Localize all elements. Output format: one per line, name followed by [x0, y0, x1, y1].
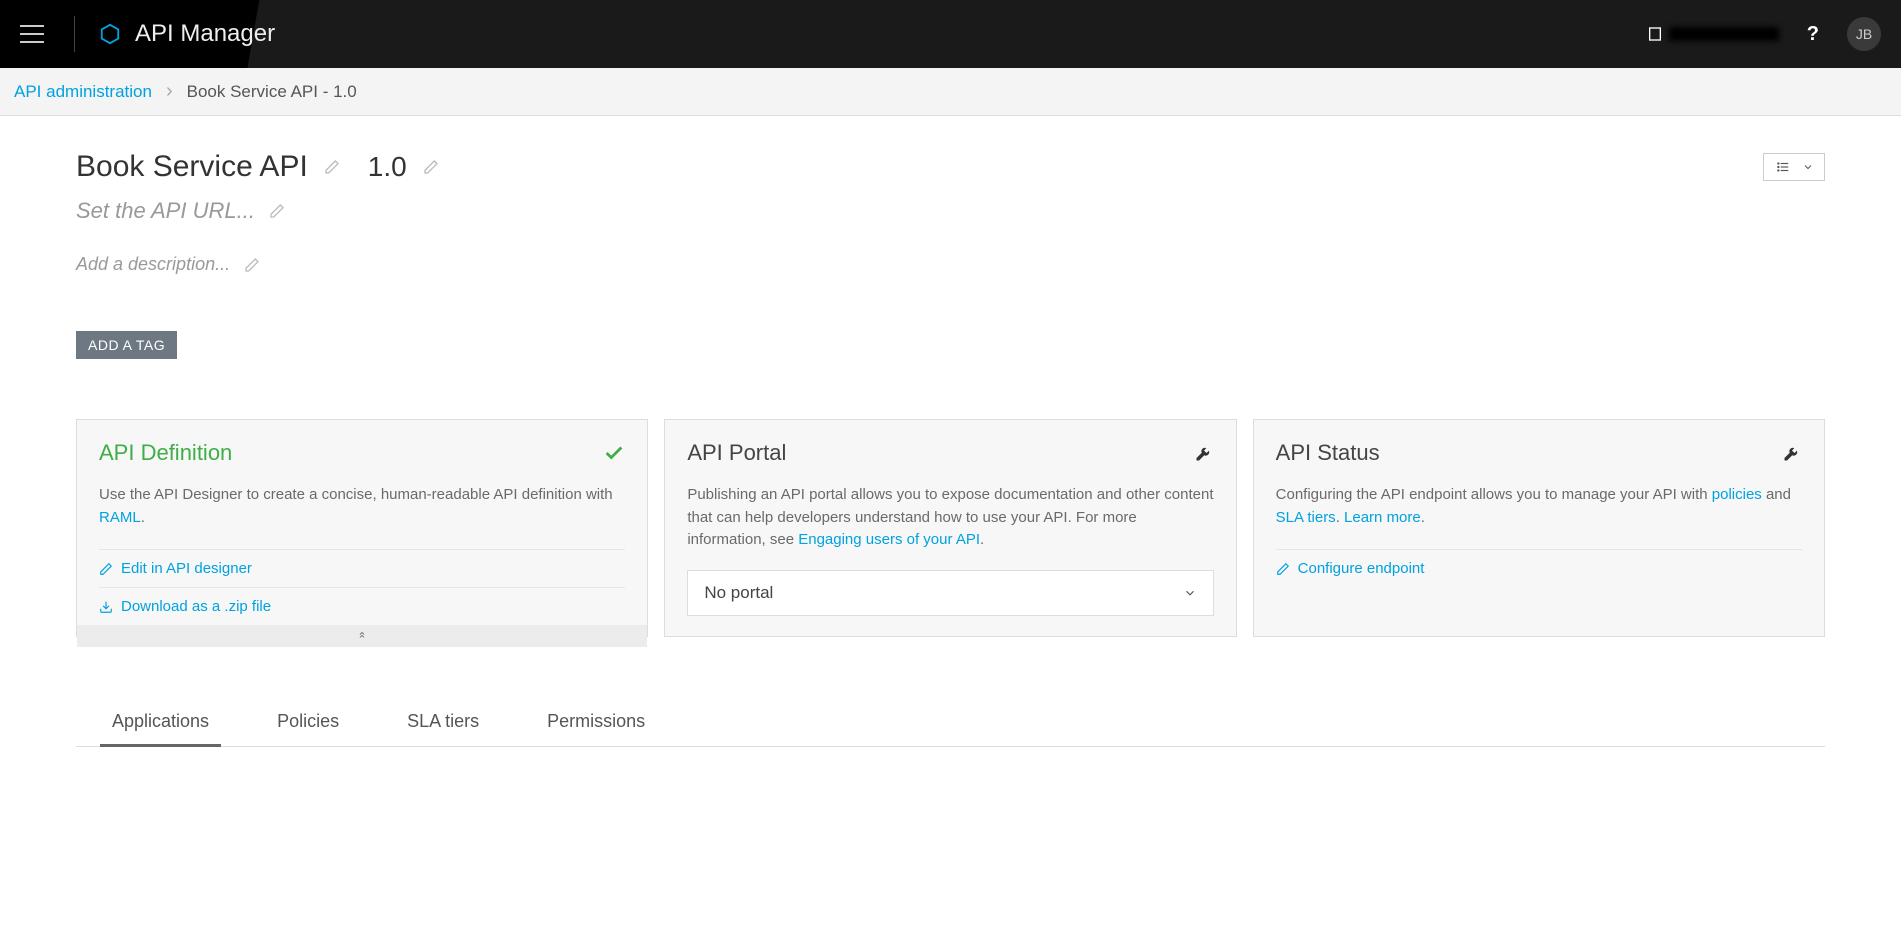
wrench-icon[interactable] — [1782, 443, 1802, 463]
api-description-row[interactable]: Add a description... — [76, 254, 1825, 275]
card-collapse-toggle[interactable] — [77, 625, 647, 647]
breadcrumb-root-link[interactable]: API administration — [14, 82, 152, 102]
breadcrumb: API administration › Book Service API - … — [0, 68, 1901, 116]
cards-row: API Definition Use the API Designer to c… — [76, 419, 1825, 637]
card-api-status: API Status Configuring the API endpoint … — [1253, 419, 1825, 637]
org-selector[interactable] — [1647, 26, 1779, 42]
portal-selected-value: No portal — [704, 583, 773, 603]
api-version: 1.0 — [368, 151, 407, 183]
pencil-icon — [1276, 562, 1290, 576]
org-name-redacted — [1669, 27, 1779, 41]
check-icon — [603, 442, 625, 464]
card-body-portal: Publishing an API portal allows you to e… — [687, 484, 1213, 552]
card-title-status: API Status — [1276, 440, 1380, 466]
view-toggle[interactable] — [1763, 153, 1825, 181]
edit-version-icon[interactable] — [423, 159, 439, 175]
chevron-down-icon — [1183, 586, 1197, 600]
app-title: API Manager — [135, 20, 275, 48]
tab-permissions[interactable]: Permissions — [543, 701, 649, 746]
raml-link[interactable]: RAML — [99, 509, 141, 526]
pencil-icon — [99, 562, 113, 576]
tab-applications[interactable]: Applications — [108, 701, 213, 746]
chevron-down-icon — [1802, 161, 1814, 173]
topbar: API Manager ? JB — [0, 0, 1901, 68]
app-logo-icon — [99, 23, 121, 45]
edit-name-icon[interactable] — [324, 159, 340, 175]
api-description-placeholder: Add a description... — [76, 254, 230, 275]
api-url-row[interactable]: Set the API URL... — [76, 198, 1825, 224]
add-tag-button[interactable]: ADD A TAG — [76, 331, 177, 359]
api-name: Book Service API — [76, 150, 308, 184]
main-content: Book Service API 1.0 Set the API URL... … — [0, 116, 1901, 781]
card-title-portal: API Portal — [687, 440, 786, 466]
configure-endpoint-link[interactable]: Configure endpoint — [1276, 550, 1802, 587]
edit-url-icon[interactable] — [269, 203, 285, 219]
card-api-portal: API Portal Publishing an API portal allo… — [664, 419, 1236, 637]
card-title-definition: API Definition — [99, 440, 232, 466]
menu-icon[interactable] — [20, 19, 50, 49]
api-url-placeholder: Set the API URL... — [76, 198, 255, 224]
building-icon — [1647, 26, 1663, 42]
download-icon — [99, 600, 113, 614]
sla-tiers-link[interactable]: SLA tiers — [1276, 509, 1336, 526]
download-zip-link[interactable]: Download as a .zip file — [99, 588, 625, 625]
tab-policies[interactable]: Policies — [273, 701, 343, 746]
edit-description-icon[interactable] — [244, 257, 260, 273]
title-row: Book Service API 1.0 — [76, 150, 1825, 184]
card-api-definition: API Definition Use the API Designer to c… — [76, 419, 648, 637]
portal-dropdown[interactable]: No portal — [687, 570, 1213, 616]
card-body-status: Configuring the API endpoint allows you … — [1276, 484, 1802, 529]
card-body-definition: Use the API Designer to create a concise… — [99, 484, 625, 529]
help-icon[interactable]: ? — [1807, 23, 1819, 46]
learn-more-link[interactable]: Learn more — [1344, 509, 1421, 526]
breadcrumb-current: Book Service API - 1.0 — [187, 82, 357, 102]
divider — [74, 16, 75, 52]
avatar[interactable]: JB — [1847, 17, 1881, 51]
wrench-icon[interactable] — [1194, 443, 1214, 463]
policies-link[interactable]: policies — [1712, 486, 1762, 503]
chevrons-up-icon — [355, 630, 369, 640]
tab-sla-tiers[interactable]: SLA tiers — [403, 701, 483, 746]
breadcrumb-separator: › — [166, 80, 173, 103]
tabs: Applications Policies SLA tiers Permissi… — [76, 701, 1825, 747]
engaging-users-link[interactable]: Engaging users of your API — [798, 531, 980, 548]
list-icon — [1774, 160, 1792, 174]
edit-in-designer-link[interactable]: Edit in API designer — [99, 550, 625, 588]
